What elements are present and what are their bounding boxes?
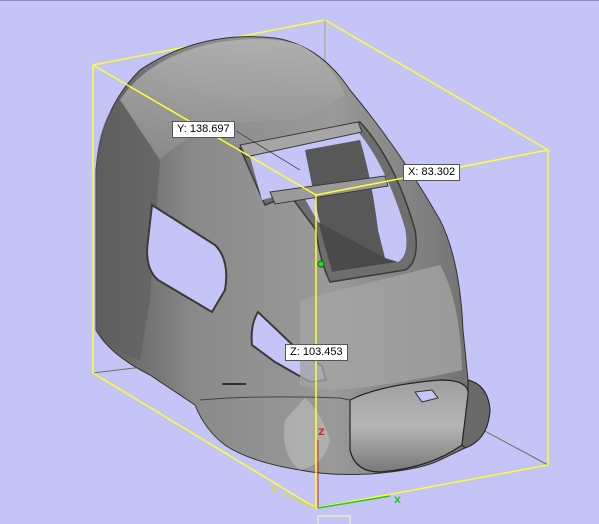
x-axis-line [317, 495, 391, 509]
x-dimension-label: X: 83.302 [403, 164, 461, 181]
3d-viewport[interactable] [0, 0, 599, 524]
z-dimension-label: Z: 103.453 [285, 344, 348, 361]
origin-marker-box [317, 515, 351, 524]
x-axis-letter: X [394, 496, 401, 506]
y-dimension-label: Y: 138.697 [172, 121, 235, 138]
car-shell-model[interactable] [95, 36, 491, 475]
nose-cap [349, 379, 469, 473]
y-axis-line [281, 493, 317, 509]
center-point-marker [317, 260, 325, 268]
z-axis-letter: Z [318, 428, 325, 438]
y-axis-letter: Y [271, 486, 278, 496]
